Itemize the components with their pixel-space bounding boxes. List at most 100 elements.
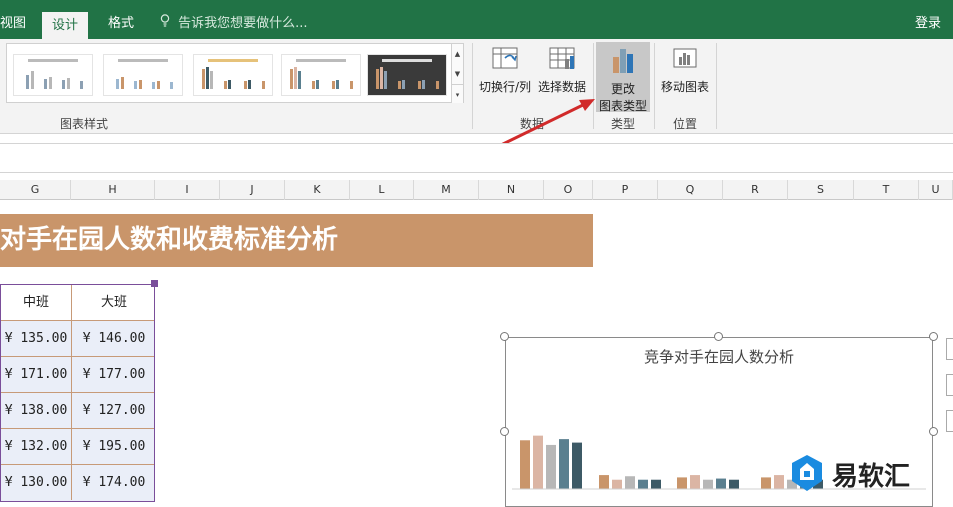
chart-bar[interactable] [520,440,530,489]
table-cell[interactable]: ¥ 132.00 [1,429,72,464]
table-cell[interactable]: ¥ 130.00 [1,465,72,500]
tab-format[interactable]: 格式 [108,8,134,39]
chart-style-2[interactable] [103,54,183,96]
table-cell[interactable]: ¥ 138.00 [1,393,72,428]
column-header-j[interactable]: J [220,180,285,200]
change-chart-type-icon [596,45,650,78]
chart-bar[interactable] [729,479,739,489]
column-header-u[interactable]: U [919,180,953,200]
tab-design[interactable]: 设计 [42,12,89,39]
chart-bar[interactable] [612,479,622,489]
table-row: ¥ 171.00 ¥ 177.00 [1,357,154,393]
chart-bar[interactable] [677,477,687,489]
chart-bar[interactable] [546,444,556,489]
chart-styles-button[interactable] [946,374,953,396]
table-row: ¥ 130.00 ¥ 174.00 [1,465,154,501]
table-cell[interactable]: ¥ 127.00 [73,393,155,428]
table-row: ¥ 138.00 ¥ 127.00 [1,393,154,429]
price-table: 中班 大班 ¥ 135.00 ¥ 146.00 ¥ 171.00 ¥ 177.0… [0,284,155,502]
chart-bar[interactable] [651,479,661,489]
column-header-row: G H I J K L M N O P Q R S T U [0,180,953,200]
gallery-scroll-up-icon[interactable]: ▲ [451,44,463,64]
formula-bar[interactable] [0,143,953,173]
column-header-g[interactable]: G [0,180,71,200]
select-data-button[interactable]: 选择数据 [536,45,588,95]
gallery-more-icon[interactable]: ▾ [451,84,463,103]
ribbon: ▲ ▼ ▾ 图表样式 切换行/列 选择数据 数据 更改 图表类型 类型 移动图表… [0,39,953,134]
table-row: ¥ 132.00 ¥ 195.00 [1,429,154,465]
switch-row-column-button[interactable]: 切换行/列 [477,45,533,95]
table-cell[interactable]: ¥ 146.00 [73,321,155,356]
table-cell[interactable]: ¥ 171.00 [1,357,72,392]
column-header-n[interactable]: N [479,180,544,200]
column-header-h[interactable]: H [71,180,155,200]
move-chart-button[interactable]: 移动图表 [658,45,712,95]
chart-bar[interactable] [703,479,713,489]
chart-resize-handle[interactable] [500,427,509,436]
tab-view[interactable]: 视图 [0,8,26,39]
lightbulb-icon [160,8,170,39]
watermark-logo-icon [788,453,826,496]
column-header-t[interactable]: T [854,180,919,200]
table-header-cell[interactable]: 中班 [1,285,72,320]
table-cell[interactable]: ¥ 195.00 [73,429,155,464]
column-header-k[interactable]: K [285,180,350,200]
chart-bar[interactable] [761,477,771,489]
chart-bar[interactable] [599,475,609,489]
chart-resize-handle[interactable] [929,332,938,341]
gallery-scroll-down-icon[interactable]: ▼ [451,64,463,84]
move-chart-icon [658,45,712,76]
chart-style-4[interactable] [281,54,361,96]
move-chart-label: 移动图表 [660,80,709,94]
chart-bar[interactable] [625,476,635,489]
sheet-title-banner: 对手在园人数和收费标准分析 [0,214,593,267]
chart-style-5[interactable] [367,54,447,96]
chart-bar[interactable] [533,435,543,489]
chart-style-gallery[interactable]: ▲ ▼ ▾ [6,43,464,103]
column-header-m[interactable]: M [414,180,479,200]
selection-handle[interactable] [151,280,158,287]
column-header-q[interactable]: Q [658,180,723,200]
chart-bar[interactable] [690,475,700,489]
chart-resize-handle[interactable] [714,332,723,341]
chart-bar[interactable] [716,478,726,489]
select-data-icon [536,45,588,76]
tell-me-text: 告诉我您想要做什么... [178,16,308,31]
chart-style-1[interactable] [13,54,93,96]
column-header-r[interactable]: R [723,180,788,200]
table-cell[interactable]: ¥ 177.00 [73,357,155,392]
chart-style-3[interactable] [193,54,273,96]
type-group-label: 类型 [611,117,636,131]
ribbon-separator [654,43,655,129]
chart-resize-handle[interactable] [929,427,938,436]
ribbon-separator [472,43,473,129]
location-group-label: 位置 [673,117,698,131]
tell-me-search[interactable]: 告诉我您想要做什么... [160,8,308,39]
chart-bar[interactable] [572,442,582,489]
chart-filters-button[interactable] [946,410,953,432]
table-cell[interactable]: ¥ 135.00 [1,321,72,356]
column-header-l[interactable]: L [350,180,414,200]
column-header-o[interactable]: O [544,180,593,200]
ribbon-tab-bar: 视图 设计 格式 告诉我您想要做什么... 登录 [0,8,953,39]
watermark-text: 易软汇 [832,461,911,492]
title-bar [0,0,953,8]
chart-bar[interactable] [638,479,648,489]
ribbon-separator [716,43,717,129]
table-header-row: 中班 大班 [1,285,154,321]
column-header-s[interactable]: S [788,180,854,200]
chart-bar[interactable] [774,475,784,489]
column-header-p[interactable]: P [593,180,658,200]
table-cell[interactable]: ¥ 174.00 [73,465,155,500]
column-header-i[interactable]: I [155,180,220,200]
login-button[interactable]: 登录 [915,8,941,39]
table-row: ¥ 135.00 ¥ 146.00 [1,321,154,357]
chart-styles-group-label: 图表样式 [60,117,109,131]
red-arrow-annotation [500,99,595,147]
table-header-cell[interactable]: 大班 [73,285,155,320]
chart-elements-button[interactable] [946,338,953,360]
watermark: 易软汇 [788,452,910,496]
switch-row-column-icon [477,45,533,76]
chart-resize-handle[interactable] [500,332,509,341]
chart-bar[interactable] [559,439,569,489]
